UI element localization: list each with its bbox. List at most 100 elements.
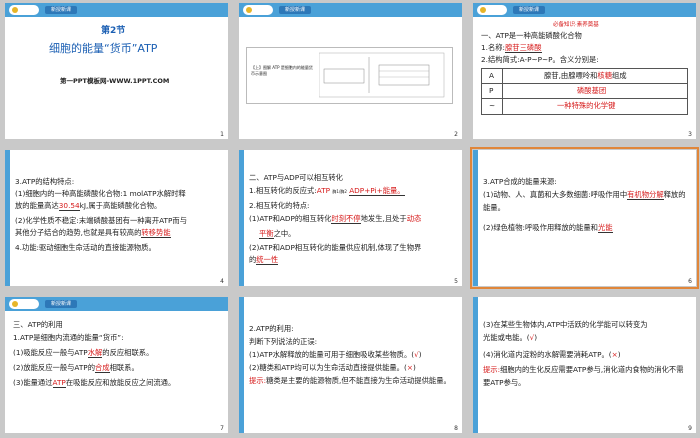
line-3: (2)放能反应一般与ATP的合成相联系。 [13, 362, 139, 375]
diagram-caption: 【上】图解 ATP 是细胞内的能量货币示意图 [251, 65, 313, 76]
check-mark-icon: √ [414, 350, 419, 359]
line-3: (1)ATP和ADP的相互转化时刻不停地发生,且处于动态 [249, 213, 421, 226]
slide-number: 4 [220, 278, 224, 285]
row-t-answer: 一种特殊的化学键 [557, 101, 616, 110]
slide-header: 新授新课 [5, 3, 228, 17]
line-2: 光能或电能。(√) [483, 333, 538, 342]
slide-header: 新授新课 [239, 3, 462, 17]
tip: 提示:糖类是主要的能源物质,但不能直接为生命活动提供能量。 [249, 375, 454, 388]
line-1: 2.ATP的利用: [249, 324, 294, 333]
slide-thumbnail-7[interactable]: 新授新课 三、ATP的利用 1.ATP是细胞内流通的能量“货币”: (1)吸能反… [5, 297, 228, 433]
footer-text: 第一PPT模板网-WWW.1PPT.COM [60, 77, 170, 85]
line-4-a: 其他分子结合的趋势,也就是具有较高的 [15, 228, 142, 237]
line-3: (2)绿色植物:呼吸作用释放的能量和光能 [483, 222, 613, 235]
line-6-answer: 统一性 [256, 255, 279, 265]
tip-text: 糖类是主要的能源物质,但不能直接为生命活动提供能量。 [266, 376, 451, 385]
header-tab: 新授新课 [45, 300, 77, 308]
line-2: 放的能量高达30.54kJ,属于高能磷酸化合物。 [15, 200, 161, 213]
header-tab: 新授新课 [513, 6, 545, 14]
slide-thumbnail-6[interactable]: 3.ATP合成的能量来源: (1)动物、人、真菌和大多数细菌:呼吸作用中有机物分… [470, 147, 699, 289]
banner: 必备知识·素养奠基 [553, 22, 599, 28]
logo-icon [477, 5, 507, 15]
line-2-a: 光能或电能。 [483, 333, 527, 342]
line-2: (1)吸能反应一般与ATP水解的反应相联系。 [13, 347, 153, 360]
slide-thumbnail-8[interactable]: 2.ATP的利用: 判断下列说法的正误: (1)ATP水解释放的能量可用于细胞吸… [239, 297, 462, 433]
slide-thumbnail-5[interactable]: 二、ATP与ADP可以相互转化 1.相互转化的反应式:ATP 酶1/酶2 ADP… [239, 150, 462, 286]
slide-header: 新授新课 [5, 297, 228, 311]
line-2-b: kJ,属于高能磷酸化合物。 [79, 201, 162, 210]
line-1: (3)在某些生物体内,ATP中活跃的化学能可以转变为 [483, 320, 648, 329]
line-3-b: 相联系。 [109, 363, 139, 372]
row-a-desc: 腺苷,由腺嘌呤和 [544, 71, 598, 80]
line-3-answer-2: 动态 [406, 214, 422, 223]
tip: 提示:细胞内的生化反应需要ATP参与,消化道内食物的消化不需要ATP参与。 [483, 364, 688, 389]
name-line: 1.名称:腺苷三磷酸 [481, 42, 542, 55]
slide-number: 5 [454, 278, 458, 285]
heading: 二、ATP与ADP可以相互转化 [249, 173, 343, 182]
line-1: 1.ATP是细胞内流通的能量“货币”: [13, 333, 124, 342]
row-a-tail: 组成 [612, 71, 627, 80]
line-1-answer-2: ADP+Pi+能量。 [349, 186, 405, 196]
line-3-a: (4)消化道内淀粉的水解需要消耗ATP。 [483, 350, 609, 359]
line-4-a: (3)能量通过 [13, 378, 53, 387]
line-1-answer: 有机物分解 [627, 190, 664, 200]
slide-number: 3 [688, 131, 692, 138]
line-3: (4)消化道内淀粉的水解需要消耗ATP。(×) [483, 350, 621, 359]
line-3-answer: 时刻不停 [331, 214, 361, 224]
line-4: (2)糖类和ATP均可以为生命活动直接提供能量。(×) [249, 363, 416, 372]
line-2-a: (1)吸能反应一般与ATP [13, 348, 88, 357]
slide-thumbnail-3[interactable]: 新授新课 必备知识·素养奠基 一、ATP是一种高能磷酸化合物 1.名称:腺苷三磷… [473, 3, 696, 139]
row-p-label: P [489, 86, 494, 95]
slide-number: 7 [220, 425, 224, 432]
name-label: 1.名称: [481, 43, 506, 52]
header-tab: 新授新课 [279, 6, 311, 14]
line-3-a: (2)放能反应一般与ATP的 [13, 363, 95, 372]
line-1-mid: 酶1/酶2 [332, 189, 347, 194]
line-4: (3)能量通过ATP在吸能反应和放能反应之间流通。 [13, 377, 175, 390]
line-1: (1)动物、人、真菌和大多数细菌:呼吸作用中有机物分解释放的能量。 [483, 189, 688, 214]
line-6: 的统一性 [249, 254, 279, 267]
line-3-b: 地发生,且处于 [360, 214, 407, 223]
slide-thumbnail-2[interactable]: 新授新课 【上】图解 ATP 是细胞内的能量货币示意图 2 [239, 3, 462, 139]
line-3: (1)ATP水解释放的能量可用于细胞吸收某些物质。(√) [249, 350, 422, 359]
slide-title: 细胞的能量“货币”ATP [49, 42, 158, 55]
heading: 3.ATP合成的能量来源: [483, 177, 557, 186]
line-1-answer: ATP [316, 186, 331, 195]
line-2-a: 放的能量高达 [15, 201, 59, 210]
line-2: 2.相互转化的特点: [249, 201, 310, 210]
side-bar [239, 297, 244, 433]
slide-number: 2 [454, 131, 458, 138]
slide-number: 1 [220, 131, 224, 138]
row-a-text: 腺苷,由腺嘌呤和核糖组成 [544, 70, 627, 83]
slide-thumbnail-4[interactable]: 3.ATP的结构特点: (1)细胞内的一种高能磷酸化合物:1 molATP水解时… [5, 150, 228, 286]
formula-line: 2.结构简式:A-P~P~P。含义分别是: [481, 55, 599, 64]
logo-icon [9, 5, 39, 15]
row-a-label: A [489, 71, 494, 80]
line-4-answer: ATP [52, 378, 66, 388]
heading: 一、ATP是一种高能磷酸化合物 [481, 31, 582, 40]
slide-number: 9 [688, 425, 692, 432]
line-3-answer: 光能 [597, 223, 613, 233]
side-bar [239, 150, 244, 286]
logo-icon [9, 299, 39, 309]
line-3-answer: 合成 [95, 363, 110, 373]
line-4-answer: 转移势能 [141, 228, 171, 238]
cross-mark-icon: × [611, 350, 618, 359]
cross-mark-icon: × [406, 363, 413, 372]
line-3-a: (1)ATP和ADP的相互转化 [249, 214, 332, 223]
tip-label: 提示: [249, 376, 267, 385]
row-p-answer: 磷酸基团 [577, 86, 607, 95]
line-2-b: 的反应相联系。 [102, 348, 154, 357]
line-5: (2)ATP和ADP相互转化的能量供应机制,体现了生物界 [249, 243, 422, 252]
slide-thumbnail-1[interactable]: 新授新课 第2节 细胞的能量“货币”ATP 第一PPT模板网-WWW.1PPT.… [5, 3, 228, 139]
slide-number: 6 [688, 278, 692, 285]
line-3: (2)化学性质不稳定:末端磷酸基团有一种离开ATP而与 [15, 216, 188, 225]
header-tab: 新授新课 [45, 6, 77, 14]
line-4-b: 之中。 [273, 229, 296, 238]
line-1: (1)细胞内的一种高能磷酸化合物:1 molATP水解时释 [15, 189, 186, 198]
side-bar [5, 150, 10, 286]
line-4-b: 在吸能反应和放能反应之间流通。 [65, 378, 176, 387]
slide-thumbnail-9[interactable]: (3)在某些生物体内,ATP中活跃的化学能可以转变为 光能或电能。(√) (4)… [473, 297, 696, 433]
section-label: 第2节 [101, 26, 126, 36]
heading: 三、ATP的利用 [13, 320, 63, 329]
